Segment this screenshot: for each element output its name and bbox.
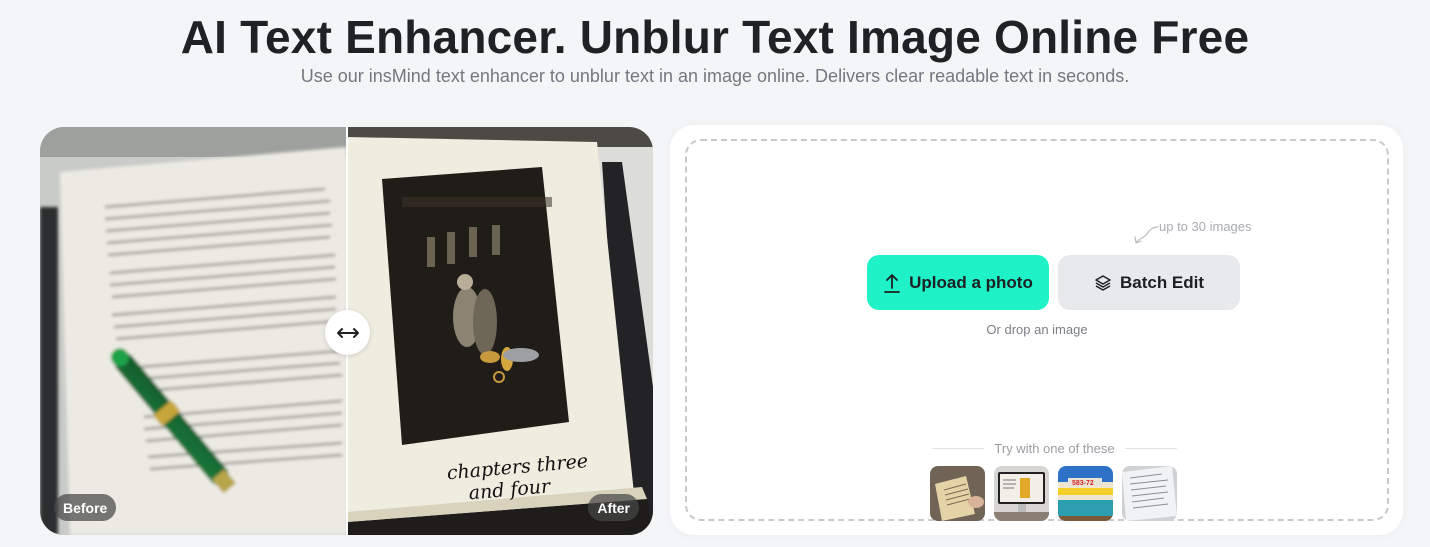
sample-image-handwritten-letter[interactable] bbox=[930, 466, 985, 521]
divider bbox=[932, 448, 985, 449]
after-image: chapters three and four After bbox=[347, 127, 653, 535]
divider bbox=[1124, 448, 1177, 449]
batch-edit-label: Batch Edit bbox=[1119, 272, 1205, 292]
before-image: Before bbox=[40, 127, 347, 535]
drop-zone[interactable]: up to 30 images Upload a photo Batch Edi… bbox=[685, 139, 1389, 521]
upload-photo-button[interactable]: Upload a photo bbox=[867, 255, 1049, 310]
sample-image-printed-document[interactable] bbox=[1122, 466, 1177, 521]
sample-images: 583-72 bbox=[930, 466, 1177, 521]
page-title: AI Text Enhancer. Unblur Text Image Onli… bbox=[180, 11, 1250, 63]
batch-edit-button[interactable]: Batch Edit bbox=[1058, 255, 1240, 310]
curved-arrow-icon bbox=[1134, 226, 1159, 244]
upload-photo-label: Upload a photo bbox=[909, 272, 1033, 292]
drop-image-text: Or drop an image bbox=[986, 322, 1088, 337]
compare-slider-handle[interactable] bbox=[325, 310, 370, 355]
upload-card: up to 30 images Upload a photo Batch Edi… bbox=[670, 125, 1403, 535]
sample-image-monitor-screen[interactable] bbox=[994, 466, 1049, 521]
batch-hint: up to 30 images bbox=[1159, 219, 1252, 234]
before-label: Before bbox=[54, 494, 117, 521]
before-after-comparison[interactable]: Before chapters three and four After bbox=[40, 127, 653, 535]
page-subtitle: Use our insMind text enhancer to unblur … bbox=[300, 66, 1130, 86]
svg-text:583-72: 583-72 bbox=[1072, 480, 1094, 487]
sample-image-storefront-sign[interactable]: 583-72 bbox=[1058, 466, 1113, 521]
try-samples-header: Try with one of these bbox=[932, 441, 1177, 456]
left-right-arrow-icon bbox=[336, 327, 359, 338]
layers-icon bbox=[1095, 274, 1111, 291]
upload-arrow-icon bbox=[884, 273, 901, 293]
try-samples-label: Try with one of these bbox=[994, 441, 1115, 456]
after-label: After bbox=[588, 494, 639, 521]
